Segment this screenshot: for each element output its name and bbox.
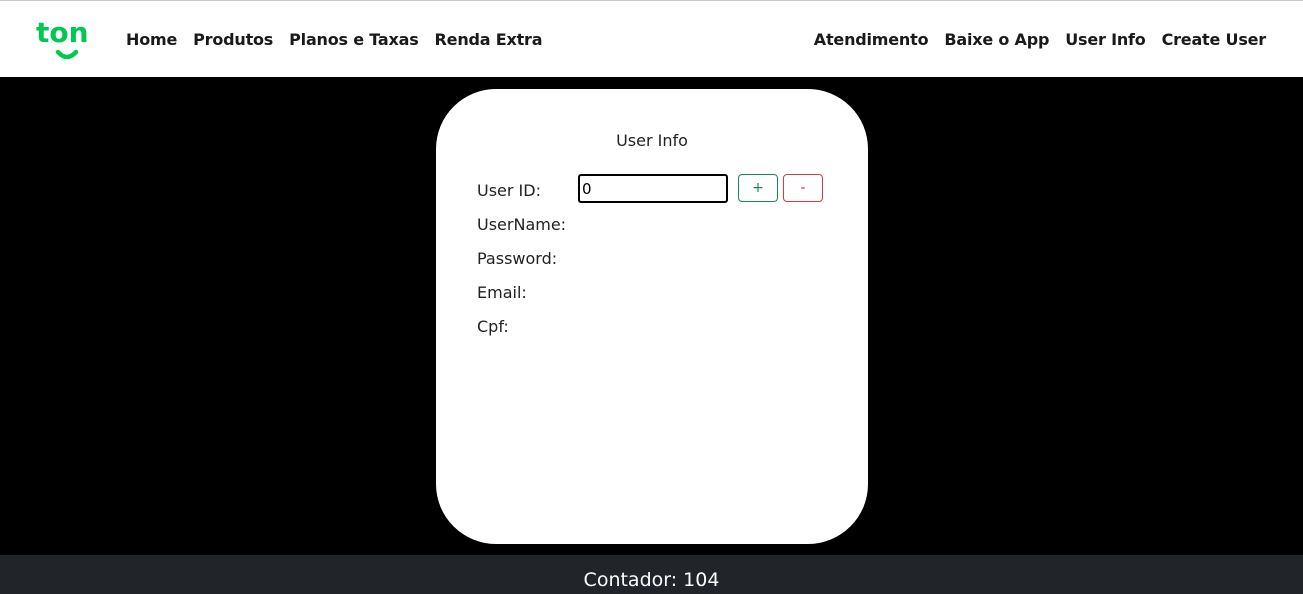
increment-button[interactable]: + bbox=[738, 174, 778, 202]
nav-link-planos-e-taxas[interactable]: Planos e Taxas bbox=[289, 30, 419, 49]
email-label: Email: bbox=[477, 283, 527, 302]
username-label: UserName: bbox=[477, 215, 567, 234]
nav-link-produtos[interactable]: Produtos bbox=[193, 30, 273, 49]
nav-link-atendimento[interactable]: Atendimento bbox=[814, 30, 929, 49]
card-title: User Info bbox=[616, 131, 688, 150]
svg-text:ton: ton bbox=[36, 18, 89, 49]
footer: Contador: 104 bbox=[0, 555, 1303, 594]
nav-link-create-user[interactable]: Create User bbox=[1162, 30, 1267, 49]
navbar: ton Home Produtos Planos e Taxas Renda E… bbox=[0, 0, 1303, 77]
nav-link-home[interactable]: Home bbox=[126, 30, 177, 49]
ton-logo-svg: ton bbox=[36, 16, 89, 60]
nav-link-user-info[interactable]: User Info bbox=[1065, 30, 1146, 49]
user-id-input[interactable] bbox=[578, 174, 728, 203]
password-label: Password: bbox=[477, 249, 558, 268]
cpf-label: Cpf: bbox=[477, 317, 509, 336]
nav-link-renda-extra[interactable]: Renda Extra bbox=[435, 30, 543, 49]
user-info-card: User Info User ID: + - UserName: Passwor… bbox=[436, 89, 868, 544]
ton-logo-icon[interactable]: ton bbox=[36, 16, 94, 62]
nav-left: Home Produtos Planos e Taxas Renda Extra bbox=[126, 1, 543, 78]
user-id-label: User ID: bbox=[477, 181, 541, 200]
nav-right: Atendimento Baixe o App User Info Create… bbox=[814, 1, 1266, 78]
counter-text: Contador: 104 bbox=[583, 569, 720, 591]
decrement-button[interactable]: - bbox=[783, 174, 823, 202]
nav-link-baixe-o-app[interactable]: Baixe o App bbox=[944, 30, 1049, 49]
